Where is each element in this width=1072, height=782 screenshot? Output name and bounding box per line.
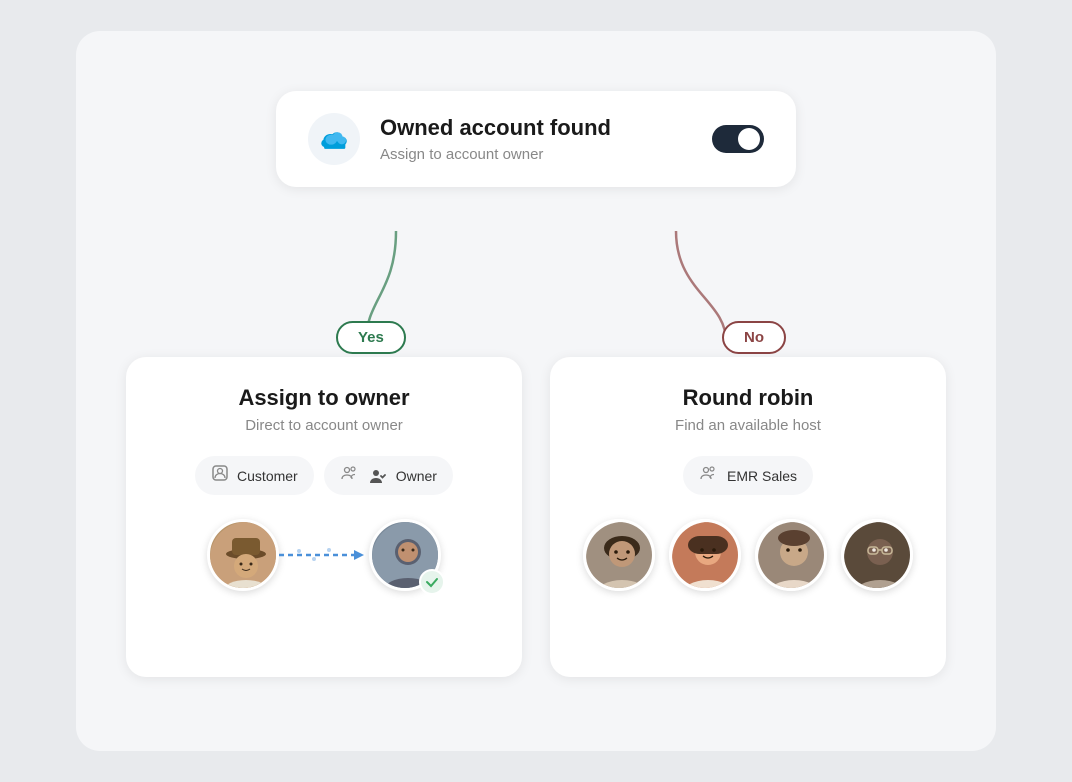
customer-tag[interactable]: Customer (195, 456, 314, 495)
salesforce-icon (317, 122, 351, 156)
no-badge: No (722, 321, 786, 354)
assign-to-owner-title: Assign to owner (154, 385, 494, 411)
assign-to-owner-subtitle: Direct to account owner (154, 417, 494, 434)
customer-icon (211, 464, 229, 487)
bottom-row: Assign to owner Direct to account owner … (126, 357, 946, 677)
check-badge (419, 569, 445, 595)
customer-tag-label: Customer (237, 468, 298, 484)
avatar-person-1 (583, 519, 655, 591)
tags-row-right: EMR Sales (578, 456, 918, 495)
avatar-customer (207, 519, 279, 591)
avatar-person-4 (841, 519, 913, 591)
top-card-subtitle: Assign to account owner (380, 146, 692, 163)
avatar-area-left (154, 519, 494, 591)
owner-tag-label: Owner (396, 468, 437, 484)
owner-tag[interactable]: Owner (324, 456, 453, 495)
emr-sales-tag-label: EMR Sales (727, 468, 797, 484)
salesforce-logo (308, 113, 360, 165)
toggle-switch[interactable] (712, 125, 764, 153)
round-robin-card: Round robin Find an available host EMR S… (550, 357, 946, 677)
avatar-person-2 (669, 519, 741, 591)
top-card-text: Owned account found Assign to account ow… (380, 115, 692, 162)
assign-to-owner-card: Assign to owner Direct to account owner … (126, 357, 522, 677)
team-icon (699, 464, 719, 487)
toggle-knob (738, 128, 760, 150)
top-card-title: Owned account found (380, 115, 692, 141)
yes-badge: Yes (336, 321, 406, 354)
tags-row-left: Customer (154, 456, 494, 495)
round-robin-avatars (578, 519, 918, 591)
round-robin-subtitle: Find an available host (578, 417, 918, 434)
arrow-connector (279, 535, 369, 575)
avatar-person-3 (755, 519, 827, 591)
emr-sales-tag[interactable]: EMR Sales (683, 456, 813, 495)
main-canvas: Owned account found Assign to account ow… (76, 31, 996, 751)
top-card: Owned account found Assign to account ow… (276, 91, 796, 187)
owner-icon (340, 464, 360, 487)
round-robin-title: Round robin (578, 385, 918, 411)
